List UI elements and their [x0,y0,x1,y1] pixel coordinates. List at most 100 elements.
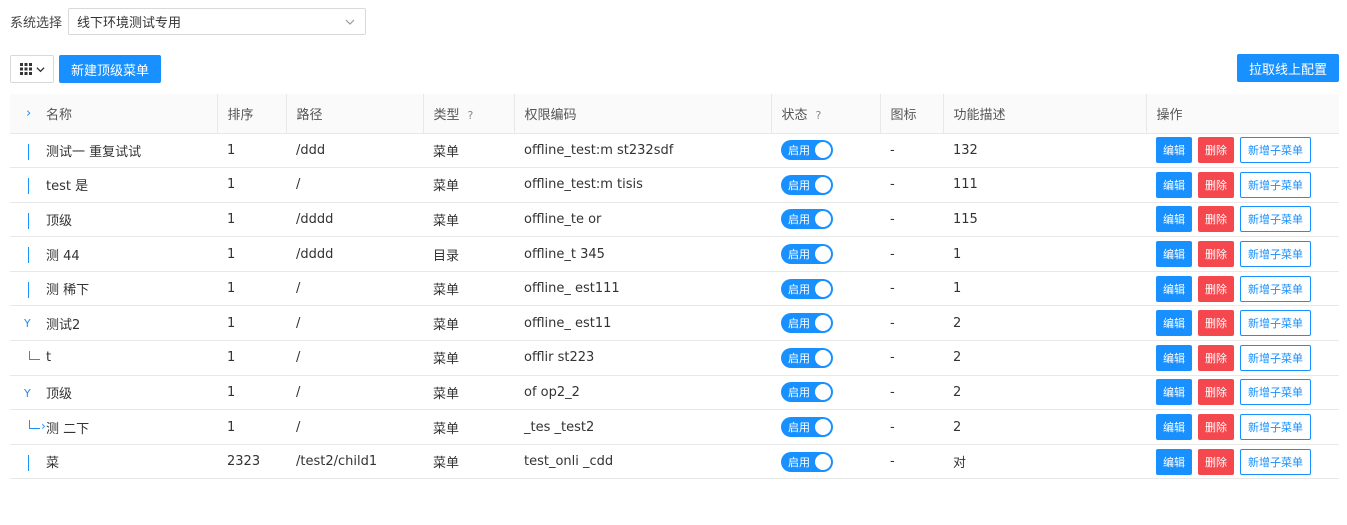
column-header-desc: 功能描述 [943,94,1147,134]
cell-path: / [286,271,423,307]
cell-type: 菜单 [423,375,514,411]
help-icon[interactable]: ? [468,109,474,122]
tree-line [28,212,29,229]
chevron-down-icon [345,19,355,25]
expand-all-icon[interactable]: › [26,106,31,121]
edit-button[interactable]: 编辑 [1156,448,1192,475]
add-child-menu-button[interactable]: 新增子菜单 [1240,206,1311,233]
toggle-knob [815,419,831,436]
cell-code: offlir st223 [514,340,771,376]
table-header-row: › 名称 排序 路径 类型? 权限编码 状态? 图标 功能描述 操作 [10,94,1339,134]
status-toggle[interactable]: 启用 [781,278,833,299]
system-select[interactable]: 线下环境测试专用 [68,8,367,35]
cell-icon: - [880,167,943,203]
add-child-menu-button[interactable]: 新增子菜单 [1240,448,1311,475]
status-toggle[interactable]: 启用 [781,417,833,438]
cell-type: 菜单 [423,444,514,480]
table-row: 测 44 1/dddd 目录 offline_t 345 启用 -1 编辑 删除 新增子菜单 [10,236,1339,272]
cell-actions: 编辑 删除 新增子菜单 [1146,202,1339,238]
edit-button[interactable]: 编辑 [1156,206,1192,233]
column-settings-button[interactable] [10,55,54,83]
system-select-value: 线下环境测试专用 [77,16,182,31]
table-row: 顶级 1/dddd 菜单 offline_te or 启用 -115 编辑 删除 新增子菜单 [10,202,1339,238]
tree-line [28,247,29,264]
cell-actions: 编辑 删除 新增子菜单 [1146,167,1339,203]
cell-name: 测 稀下 [10,271,217,307]
help-icon[interactable]: ? [816,109,822,122]
cell-icon: - [880,409,943,445]
system-select-row: 系统选择 线下环境测试专用 [10,8,367,35]
column-header-status: 状态? [771,94,881,134]
cell-path: / [286,409,423,445]
pull-online-config-button[interactable]: 拉取线上配置 [1236,54,1339,82]
add-child-menu-button[interactable]: 新增子菜单 [1240,414,1311,441]
toggle-knob [815,142,831,159]
status-toggle[interactable]: 启用 [781,451,833,472]
column-header-type: 类型? [423,94,515,134]
add-child-menu-button[interactable]: 新增子菜单 [1240,275,1311,302]
cell-sort: 1 [217,133,286,169]
chevron-down-icon [35,66,45,72]
delete-button[interactable]: 删除 [1198,137,1234,164]
cell-type: 目录 [423,236,514,272]
delete-button[interactable]: 删除 [1198,379,1234,406]
edit-button[interactable]: 编辑 [1156,344,1192,371]
cell-actions: 编辑 删除 新增子菜单 [1146,409,1339,445]
delete-button[interactable]: 删除 [1198,206,1234,233]
cell-path: / [286,305,423,342]
cell-name: t [10,340,217,376]
cell-status: 启用 [771,305,880,342]
cell-path: / [286,167,423,203]
new-top-menu-button[interactable]: 新建顶级菜单 [59,55,162,83]
cell-name: 测试一 重复试试 [10,133,217,169]
tree-expanded-icon[interactable]: Y [24,317,31,330]
tree-line [28,178,29,195]
edit-button[interactable]: 编辑 [1156,310,1192,337]
add-child-menu-button[interactable]: 新增子菜单 [1240,137,1311,164]
delete-button[interactable]: 删除 [1198,241,1234,268]
tree-branch-line [29,351,40,361]
cell-path: /ddd [286,133,423,169]
edit-button[interactable]: 编辑 [1156,379,1192,406]
tree-collapsed-icon[interactable]: › [41,419,46,433]
edit-button[interactable]: 编辑 [1156,137,1192,164]
cell-status: 启用 [771,271,880,307]
status-toggle[interactable]: 启用 [781,140,833,161]
cell-sort: 1 [217,340,286,376]
delete-button[interactable]: 删除 [1198,448,1234,475]
toggle-knob [815,384,831,401]
cell-sort: 1 [217,167,286,203]
cell-type: 菜单 [423,202,514,238]
status-toggle[interactable]: 启用 [781,313,833,334]
delete-button[interactable]: 删除 [1198,171,1234,198]
column-header-code: 权限编码 [514,94,772,134]
cell-status: 启用 [771,133,880,169]
status-toggle[interactable]: 启用 [781,174,833,195]
edit-button[interactable]: 编辑 [1156,275,1192,302]
add-child-menu-button[interactable]: 新增子菜单 [1240,379,1311,406]
cell-name: 顶级 [10,202,217,238]
menu-table: › 名称 排序 路径 类型? 权限编码 状态? 图标 功能描述 操作 测试一 重… [10,94,1339,480]
toggle-knob [815,315,831,332]
edit-button[interactable]: 编辑 [1156,171,1192,198]
delete-button[interactable]: 删除 [1198,310,1234,337]
status-toggle[interactable]: 启用 [781,382,833,403]
edit-button[interactable]: 编辑 [1156,241,1192,268]
add-child-menu-button[interactable]: 新增子菜单 [1240,310,1311,337]
delete-button[interactable]: 删除 [1198,414,1234,441]
add-child-menu-button[interactable]: 新增子菜单 [1240,241,1311,268]
tree-expanded-icon[interactable]: Y [24,387,31,400]
status-toggle[interactable]: 启用 [781,244,833,265]
column-header-icon: 图标 [880,94,944,134]
status-toggle[interactable]: 启用 [781,347,833,368]
edit-button[interactable]: 编辑 [1156,414,1192,441]
delete-button[interactable]: 删除 [1198,275,1234,302]
add-child-menu-button[interactable]: 新增子菜单 [1240,344,1311,371]
status-toggle[interactable]: 启用 [781,209,833,230]
table-row: Y 顶级 1/菜单 of op2_2 启用 -2 编辑 删除 新增子菜单 [10,375,1339,411]
cell-icon: - [880,444,943,480]
delete-button[interactable]: 删除 [1198,344,1234,371]
add-child-menu-button[interactable]: 新增子菜单 [1240,171,1311,198]
cell-actions: 编辑 删除 新增子菜单 [1146,340,1339,376]
cell-code: offline_ est111 [514,271,771,307]
